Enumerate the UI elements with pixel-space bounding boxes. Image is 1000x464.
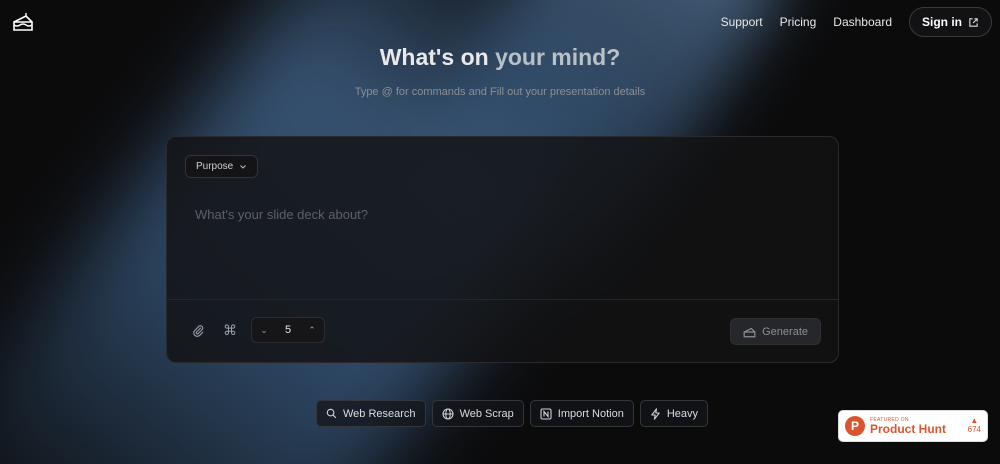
- page-subtitle: Type @ for commands and Fill out your pr…: [354, 86, 646, 98]
- prompt-card: Purpose ⌘ ⌄ 5 ⌃ Generate: [166, 136, 839, 363]
- sign-in-label: Sign in: [922, 15, 962, 29]
- notion-icon: [540, 407, 552, 420]
- generate-label: Generate: [762, 325, 808, 338]
- product-hunt-text: FEATURED ON Product Hunt: [870, 417, 946, 436]
- feature-chips: Web Research Web Scrap Import Notion Hea…: [316, 400, 708, 427]
- cake-icon: [743, 327, 756, 337]
- purpose-label: Purpose: [196, 161, 234, 172]
- chip-label: Web Research: [343, 407, 416, 420]
- page-title: What's on your mind?: [0, 44, 1000, 71]
- bolt-icon: [651, 407, 660, 420]
- globe-icon: [442, 407, 454, 420]
- decrease-chevron-icon[interactable]: ⌄: [258, 325, 270, 336]
- cake-logo-icon[interactable]: [12, 12, 34, 32]
- external-link-icon: [969, 17, 978, 27]
- card-divider: [167, 299, 838, 300]
- top-nav: Support Pricing Dashboard Sign in: [721, 7, 992, 37]
- purpose-dropdown[interactable]: Purpose: [185, 155, 259, 178]
- card-toolbar: ⌘ ⌄ 5 ⌃: [185, 317, 325, 343]
- chip-heavy[interactable]: Heavy: [639, 400, 708, 427]
- product-hunt-logo-icon: P: [845, 416, 865, 436]
- attach-file-button[interactable]: [185, 317, 211, 343]
- generate-button[interactable]: Generate: [730, 318, 821, 345]
- slide-count-stepper[interactable]: ⌄ 5 ⌃: [251, 317, 325, 343]
- paperclip-icon: [192, 324, 204, 337]
- increase-chevron-icon[interactable]: ⌃: [306, 325, 318, 336]
- product-hunt-name: Product Hunt: [870, 421, 946, 436]
- vote-count-value: 674: [967, 425, 981, 434]
- product-hunt-badge[interactable]: P FEATURED ON Product Hunt ▲ 674: [838, 410, 988, 442]
- command-key-icon: ⌘: [223, 321, 237, 338]
- search-icon: [326, 408, 337, 419]
- nav-pricing-link[interactable]: Pricing: [780, 15, 817, 29]
- slide-topic-input[interactable]: [195, 207, 805, 222]
- title-part-b: your mind?: [495, 44, 621, 70]
- nav-dashboard-link[interactable]: Dashboard: [833, 15, 892, 29]
- title-part-a: What's on: [379, 44, 489, 70]
- chip-web-research[interactable]: Web Research: [316, 400, 426, 427]
- upvote-count: ▲ 674: [967, 416, 981, 435]
- chip-web-scrap[interactable]: Web Scrap: [431, 400, 524, 427]
- chip-label: Web Scrap: [459, 407, 514, 420]
- slide-count-value: 5: [284, 324, 292, 336]
- nav-support-link[interactable]: Support: [721, 15, 763, 29]
- chip-label: Import Notion: [557, 407, 624, 420]
- chip-label: Heavy: [666, 407, 698, 420]
- chip-import-notion[interactable]: Import Notion: [529, 400, 634, 427]
- chevron-down-icon: [240, 164, 247, 169]
- top-bar: Support Pricing Dashboard Sign in: [0, 0, 1000, 44]
- commands-button[interactable]: ⌘: [217, 317, 243, 343]
- sign-in-button[interactable]: Sign in: [909, 7, 992, 37]
